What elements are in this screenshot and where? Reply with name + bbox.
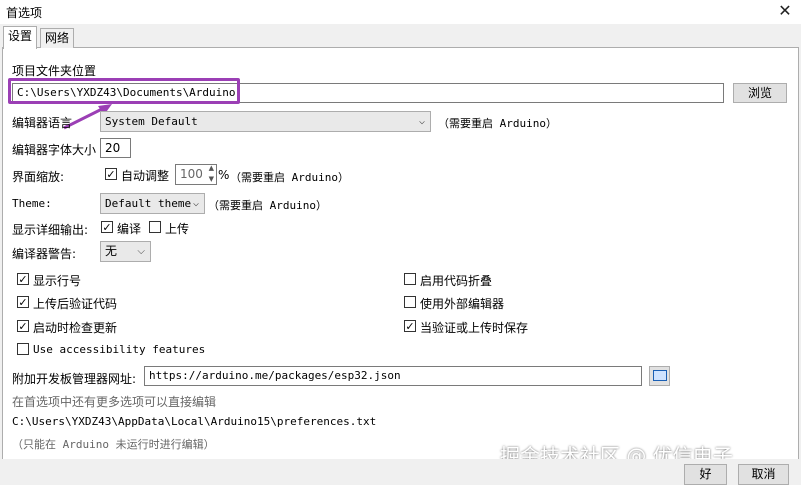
theme-label: Theme: [12, 197, 52, 210]
verify-after-upload-checkbox[interactable]: ✓ [17, 296, 29, 308]
line-numbers-label: 显示行号 [33, 274, 82, 288]
tab-settings[interactable]: 设置 [3, 26, 38, 49]
font-size-input[interactable]: 20 [100, 138, 131, 158]
save-on-verify-checkbox[interactable]: ✓ [404, 320, 416, 332]
window-list-icon [652, 370, 667, 381]
auto-scale-label: 自动调整 [121, 169, 170, 183]
scale-unit: % [218, 168, 230, 182]
verbose-upload-checkbox[interactable] [149, 221, 161, 233]
code-folding-label: 启用代码折叠 [420, 274, 493, 288]
interface-scale-note: （需要重启 Arduino） [230, 171, 349, 184]
verbose-compile-label: 编译 [117, 222, 142, 236]
accessibility-checkbox[interactable] [17, 343, 29, 355]
theme-select[interactable]: Default theme ⌵ [100, 193, 205, 214]
verify-after-upload-label: 上传后验证代码 [33, 297, 118, 311]
editor-language-value: System Default [105, 115, 198, 128]
editor-language-select[interactable]: System Default ⌵ [100, 111, 431, 132]
cancel-button[interactable]: 取消 [738, 464, 789, 485]
verbose-compile-checkbox[interactable]: ✓ [101, 221, 113, 233]
chevron-down-icon: ⌵ [192, 198, 199, 209]
prefs-file-path: C:\Users\YXDZ43\AppData\Local\Arduino15\… [12, 415, 377, 428]
open-url-list-button[interactable] [649, 366, 670, 386]
check-updates-label: 启动时检查更新 [33, 321, 118, 335]
external-editor-label: 使用外部编辑器 [420, 297, 505, 311]
close-icon[interactable]: ✕ [774, 1, 796, 21]
ok-button[interactable]: 好 [684, 464, 727, 485]
font-size-label: 编辑器字体大小 [12, 143, 97, 157]
verbose-upload-label: 上传 [165, 222, 190, 236]
interface-scale-label: 界面缩放: [12, 170, 65, 184]
auto-scale-checkbox[interactable]: ✓ [105, 168, 117, 180]
line-numbers-checkbox[interactable]: ✓ [17, 273, 29, 285]
annotation-highlight-box [8, 78, 240, 104]
accessibility-label: Use accessibility features [33, 343, 206, 356]
dialog-button-bar [0, 459, 801, 485]
browse-button[interactable]: 浏览 [733, 83, 787, 103]
spinner-arrows-icon[interactable]: ▲ ▼ [209, 165, 214, 184]
editor-language-note: （需要重启 Arduino） [438, 117, 557, 130]
window-title: 首选项 [6, 6, 43, 20]
warnings-value: 无 [105, 244, 118, 258]
editor-language-label: 编辑器语言 [12, 116, 73, 130]
verbose-label: 显示详细输出: [12, 223, 89, 237]
code-folding-checkbox[interactable] [404, 273, 416, 285]
scale-value: 100 [180, 167, 203, 181]
check-updates-checkbox[interactable]: ✓ [17, 320, 29, 332]
boards-url-input[interactable]: https://arduino.me/packages/esp32.json [144, 366, 642, 386]
save-on-verify-label: 当验证或上传时保存 [420, 321, 529, 335]
more-prefs-text: 在首选项中还有更多选项可以直接编辑 [12, 395, 217, 409]
tab-network[interactable]: 网络 [40, 28, 75, 48]
boards-url-label: 附加开发板管理器网址: [12, 372, 137, 386]
edit-only-when-closed-note: （只能在 Arduino 未运行时进行编辑） [12, 438, 215, 451]
scale-spinner[interactable]: 100 ▲ ▼ [175, 164, 217, 185]
title-bar: 首选项 ✕ [0, 0, 801, 24]
external-editor-checkbox[interactable] [404, 296, 416, 308]
theme-value: Default theme [105, 197, 192, 210]
theme-note: （需要重启 Arduino） [208, 199, 327, 212]
warnings-select[interactable]: 无 ⌵ [100, 241, 151, 262]
chevron-down-icon: ⌵ [418, 116, 425, 127]
chevron-down-icon: ⌵ [137, 246, 145, 257]
sketchbook-label: 项目文件夹位置 [12, 64, 97, 78]
warnings-label: 编译器警告: [12, 247, 77, 261]
